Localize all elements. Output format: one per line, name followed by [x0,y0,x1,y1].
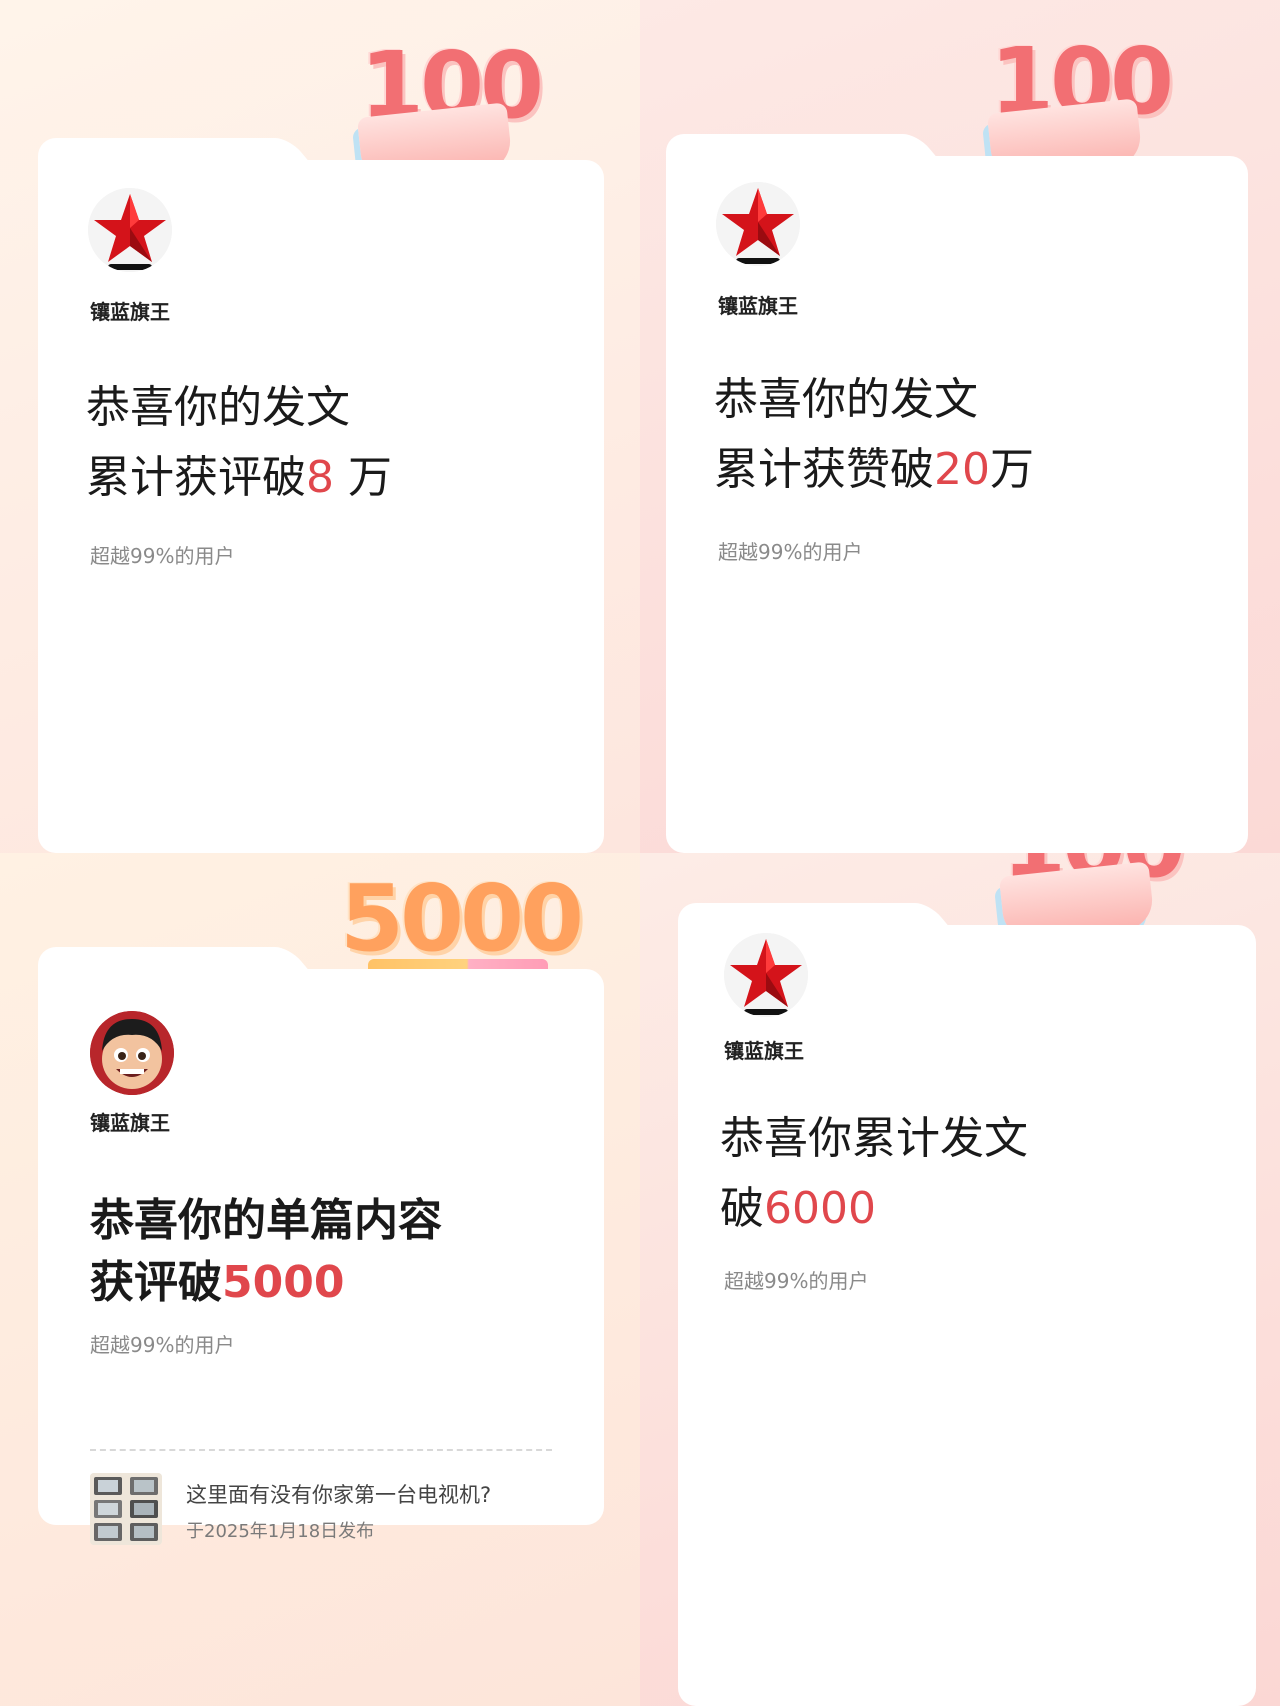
achievement-card: 镶蓝旗王 恭喜你累计发文 破6000 超越99%的用户 [678,903,1256,1706]
tv-collage-image [90,1473,162,1545]
avatar[interactable] [90,1011,174,1095]
avatar[interactable] [724,933,808,1017]
headline-line-1: 恭喜你累计发文 [720,1113,1028,1164]
red-star-icon [716,182,800,266]
percentile-text: 超越99%的用户 [724,1269,869,1293]
achievement-card: 镶蓝旗王 恭喜你的发文 累计获赞破20万 超越99%的用户 [666,134,1248,853]
percentile-text: 超越99%的用户 [90,544,235,568]
headline-line-1: 恭喜你的发文 [714,374,978,425]
headline-line-1: 恭喜你的单篇内容 [90,1195,442,1246]
cartoon-face-avatar [90,1011,174,1095]
red-star-icon [88,188,172,272]
headline-line-2: 累计获评破8 万 [86,452,392,503]
username[interactable]: 镶蓝旗王 [718,290,798,319]
achievement-panel-3: 5000 镶蓝旗王 恭喜你的单篇内容 获评破5000 超越99%的用户 这里面有… [0,853,640,1706]
username[interactable]: 镶蓝旗王 [90,1107,170,1136]
avatar[interactable] [716,182,800,266]
achievement-panel-4: 100 ♥ 镶蓝旗王 恭喜你累计发文 破6000 超越99%的用户 [640,853,1280,1706]
highlight-number: 20 [934,444,990,495]
achievement-panel-1: 100 ♥ 镶蓝旗王 恭喜你的发文 累计获评破8 万 超越99%的用户 [0,0,640,853]
post-title[interactable]: 这里面有没有你家第一台电视机? [186,1479,491,1509]
highlight-number: 5000 [222,1257,345,1308]
avatar[interactable] [88,188,172,272]
divider [90,1449,552,1451]
achievement-card: 镶蓝旗王 恭喜你的单篇内容 获评破5000 超越99%的用户 这里面有没有你家第… [38,947,604,1545]
headline-line-2: 破6000 [720,1183,876,1234]
post-thumbnail[interactable] [90,1473,162,1545]
post-date: 于2025年1月18日发布 [186,1521,375,1542]
milestone-number: 5000 [340,865,584,972]
highlight-number: 6000 [764,1183,876,1234]
percentile-text: 超越99%的用户 [90,1333,235,1357]
percentile-text: 超越99%的用户 [718,540,863,564]
achievement-card: 镶蓝旗王 恭喜你的发文 累计获评破8 万 超越99%的用户 [38,138,604,853]
red-star-icon [724,933,808,1017]
achievement-panel-2: 100 ♥ 镶蓝旗王 恭喜你的发文 累计获赞破20万 超越99%的用户 [640,0,1280,853]
highlight-number: 8 [306,452,334,503]
headline-line-2: 获评破5000 [90,1257,345,1308]
username[interactable]: 镶蓝旗王 [90,296,170,325]
headline-line-2: 累计获赞破20万 [714,444,1034,495]
headline-line-1: 恭喜你的发文 [86,382,350,433]
username[interactable]: 镶蓝旗王 [724,1035,804,1064]
